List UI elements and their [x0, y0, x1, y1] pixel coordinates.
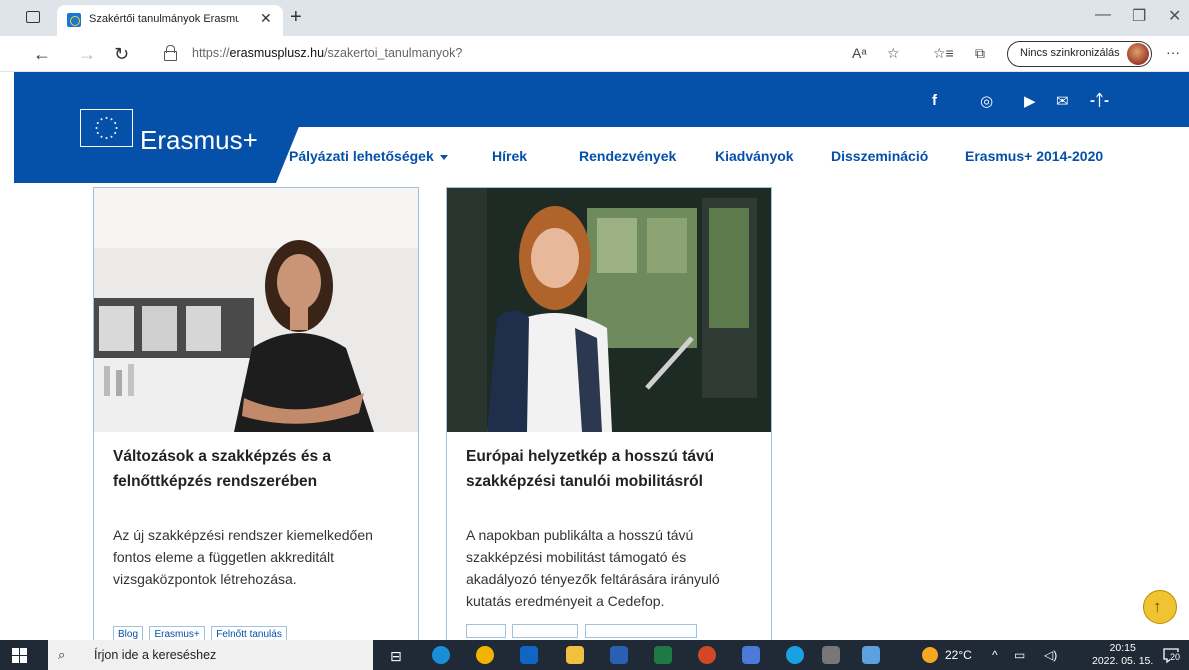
close-window-icon[interactable]: ✕	[1168, 6, 1181, 26]
minimize-icon[interactable]: —	[1095, 6, 1111, 24]
article-card[interactable]: Európai helyzetkép a hosszú távú szakkép…	[446, 187, 772, 647]
network-icon[interactable]: ▭	[1014, 648, 1025, 662]
notification-count: 20	[1170, 652, 1181, 662]
tag[interactable]	[584, 624, 697, 638]
sync-label: Nincs szinkronizálás	[1020, 47, 1120, 59]
nav-kiadvanyok[interactable]: Kiadványok	[715, 148, 794, 164]
site-logo[interactable]: Erasmus+	[140, 125, 258, 156]
windows-start-icon[interactable]	[12, 648, 27, 663]
article-excerpt: Az új szakképzési rendszer kiemelkedően …	[113, 527, 373, 587]
instagram-icon[interactable]: ◎	[980, 92, 993, 110]
scroll-to-top-button[interactable]: ↑	[1143, 590, 1177, 624]
outlook-icon[interactable]	[520, 646, 538, 664]
search-icon: ⌕	[58, 647, 66, 662]
tray-chevron-icon[interactable]: ^	[992, 648, 998, 662]
eu-flag-icon[interactable]	[80, 109, 133, 147]
add-favorite-icon[interactable]: ☆	[887, 45, 900, 62]
calculator-icon[interactable]	[822, 646, 840, 664]
temperature[interactable]: 22°C	[945, 648, 972, 662]
search-input[interactable]: Írjon ide a kereséshez	[94, 648, 216, 662]
chevron-down-icon	[439, 154, 448, 160]
zoom-icon[interactable]	[742, 646, 760, 664]
article-title[interactable]: Európai helyzetkép a hosszú távú szakkép…	[466, 444, 756, 494]
address-bar-row: ← → ↻ https://erasmusplusz.hu/szakertoi_…	[0, 36, 1189, 72]
sync-button[interactable]: Nincs szinkronizálás	[1007, 41, 1152, 67]
task-view-icon[interactable]: ⊟	[390, 648, 402, 665]
youtube-icon[interactable]: ▶	[1024, 92, 1036, 110]
nav-palyazati[interactable]: Pályázati lehetőségek	[289, 148, 448, 164]
skype-icon[interactable]	[786, 646, 804, 664]
tab-title: Szakértői tanulmányok Erasmus+	[89, 13, 239, 25]
clock-time: 20:15	[1109, 642, 1136, 654]
browser-tab[interactable]: Szakértői tanulmányok Erasmus+ ✕	[57, 5, 283, 36]
clock-date: 2022. 05. 15.	[1092, 655, 1154, 667]
new-tab-button[interactable]: +	[290, 6, 302, 29]
accessibility-icon[interactable]: -ᛏ-	[1090, 92, 1109, 109]
facebook-icon[interactable]: f	[932, 92, 937, 109]
taskbar-search[interactable]: ⌕ Írjon ide a kereséshez	[48, 640, 373, 670]
notifications-icon[interactable]: 20	[1162, 646, 1181, 664]
forward-icon[interactable]: →	[78, 44, 96, 65]
restore-icon[interactable]: ❐	[1132, 6, 1146, 26]
nav-disszeminacio[interactable]: Disszemináció	[831, 148, 928, 164]
app-icon[interactable]	[862, 646, 880, 664]
url-text: https://erasmusplusz.hu/szakertoi_tanulm…	[192, 46, 463, 60]
site-header: Erasmus+ f ◎ ▶ ✉ -ᛏ- Pályázati lehetőség…	[14, 72, 1189, 183]
article-excerpt: A napokban publikálta a hosszú távú szak…	[466, 527, 720, 609]
tab-actions-icon[interactable]	[26, 11, 40, 23]
nav-hirek[interactable]: Hírek	[492, 148, 527, 164]
word-icon[interactable]	[610, 646, 628, 664]
edge-icon[interactable]	[432, 646, 450, 664]
nav-rendezvenyek[interactable]: Rendezvények	[579, 148, 676, 164]
collections-icon[interactable]: ⧉	[975, 45, 985, 62]
volume-icon[interactable]: ◁)	[1044, 648, 1057, 662]
file-explorer-icon[interactable]	[566, 646, 584, 664]
clock[interactable]: 20:15 2022. 05. 15.	[1092, 642, 1153, 668]
article-card[interactable]: Változások a szakképzés és a felnőttképz…	[93, 187, 419, 647]
browser-tab-bar: Szakértői tanulmányok Erasmus+ ✕ + — ❐ ✕	[0, 0, 1189, 36]
powerpoint-icon[interactable]	[698, 646, 716, 664]
favorites-icon[interactable]: ☆≡	[933, 45, 954, 62]
tag[interactable]	[512, 624, 579, 638]
refresh-icon[interactable]: ↻	[114, 44, 129, 65]
nav-erasmus-2014-2020[interactable]: Erasmus+ 2014-2020	[965, 148, 1103, 164]
excel-icon[interactable]	[654, 646, 672, 664]
article-image[interactable]	[447, 188, 771, 432]
weather-icon[interactable]	[922, 647, 938, 663]
avatar	[1127, 43, 1149, 65]
more-icon[interactable]: ···	[1166, 44, 1180, 60]
erasmus-favicon-icon	[67, 13, 81, 27]
read-aloud-icon[interactable]: Aᵃ	[852, 45, 867, 61]
article-image[interactable]	[94, 188, 418, 432]
mail-icon[interactable]: ✉	[1056, 92, 1069, 110]
tag[interactable]	[466, 624, 506, 638]
article-title[interactable]: Változások a szakképzés és a felnőttképz…	[113, 444, 403, 494]
tab-close-icon[interactable]: ✕	[260, 10, 272, 27]
arrow-up-icon: ↑	[1153, 597, 1162, 616]
chrome-icon[interactable]	[476, 646, 494, 664]
back-icon[interactable]: ←	[33, 44, 51, 65]
lock-icon[interactable]	[164, 45, 177, 61]
taskbar: ⌕ Írjon ide a kereséshez ⊟ 22°C ^ ▭ ◁) 2…	[0, 640, 1189, 670]
